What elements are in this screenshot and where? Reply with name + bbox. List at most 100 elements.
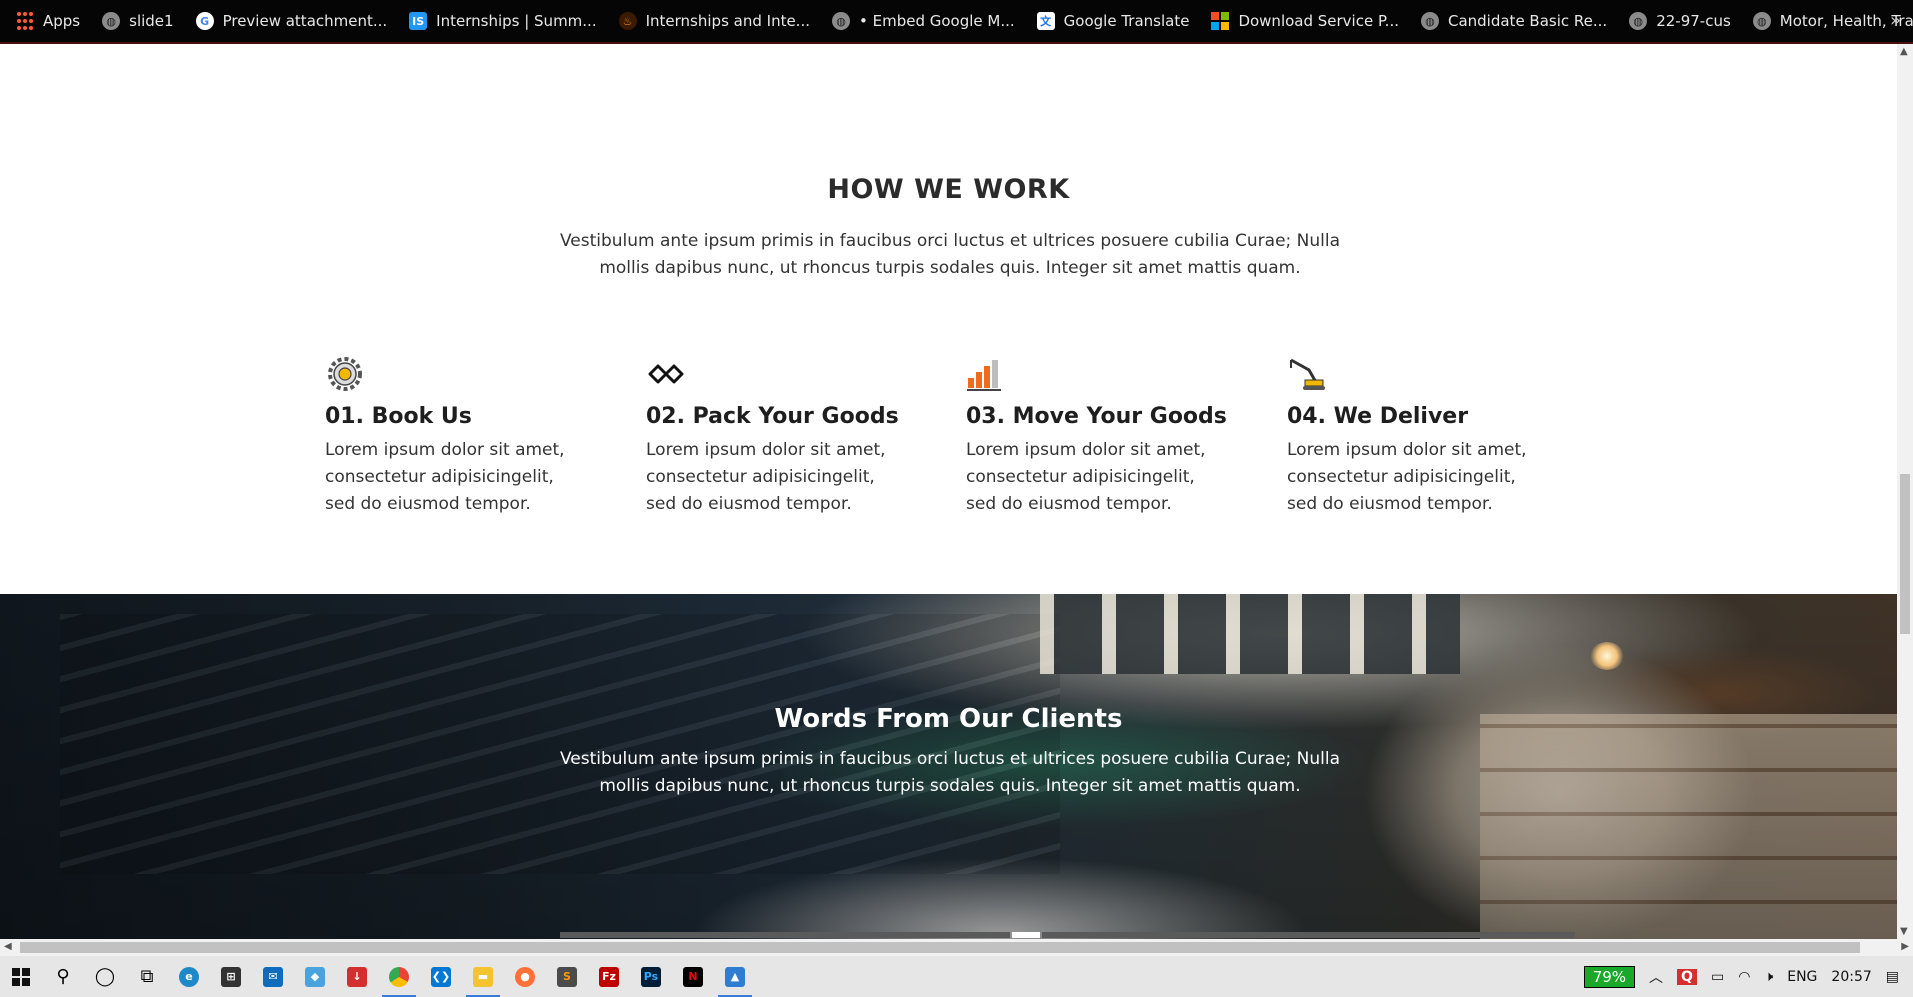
step-text: Lorem ipsum dolor sit amet, consectetur … (1287, 440, 1527, 514)
google-translate-icon: 文 (1036, 12, 1055, 30)
taskbar-mail[interactable]: ✉ (252, 956, 294, 997)
cortana-button[interactable]: ◯ (84, 956, 126, 997)
microsoft-icon (1211, 12, 1230, 30)
slider-active-indicator[interactable] (1012, 932, 1040, 938)
globe-icon: ◍ (102, 12, 121, 30)
taskbar-photoshop[interactable]: Ps (630, 956, 672, 997)
mail-icon: ✉ (263, 966, 283, 987)
netflix-icon: N (683, 966, 703, 987)
bookmark-slide1[interactable]: ◍ slide1 (102, 12, 174, 30)
bookmark-download-service[interactable]: Download Service P... (1211, 12, 1399, 30)
bookmark-motor-health[interactable]: ◍ Motor, Health, Trav... (1752, 12, 1913, 30)
photoshop-icon: Ps (641, 966, 661, 987)
taskbar-filezilla[interactable]: Fz (588, 956, 630, 997)
background-photo (60, 614, 1060, 874)
bookmark-label: Download Service P... (1238, 12, 1399, 30)
bookmark-label: Apps (43, 12, 81, 30)
notifications-icon[interactable]: ▤ (1886, 969, 1899, 985)
battery-percentage[interactable]: 79% (1583, 965, 1636, 988)
bookmark-label: Preview attachment... (222, 12, 388, 30)
taskbar-chrome[interactable] (378, 956, 420, 997)
wifi-icon[interactable]: ◠ (1738, 969, 1750, 985)
firefox-icon: ● (515, 966, 535, 987)
taskbar-firefox[interactable]: ● (504, 956, 546, 997)
globe-icon: ◍ (1752, 12, 1771, 30)
step-book-us: 01. Book Us Lorem ipsum dolor sit amet, … (325, 354, 625, 518)
windows-taskbar: ⚲ ◯ ⧉ e ⊞ ✉ ◆ ↓ ❮❯ ▬ ● S Fz Ps N ▲ 79% ︿… (0, 956, 1913, 997)
step-title: 01. Book Us (325, 404, 472, 429)
scroll-up-arrow-icon[interactable]: ▲ (1900, 46, 1908, 57)
bookmark-22-97-cus[interactable]: ◍ 22-97-cus (1629, 12, 1731, 30)
bookmark-label: Candidate Basic Re... (1447, 12, 1608, 30)
bookmark-internships-and-inte[interactable]: ♨ Internships and Inte... (618, 12, 810, 30)
taskbar-netflix[interactable]: N (672, 956, 714, 997)
chrome-icon (389, 966, 409, 987)
taskbar-file-explorer[interactable]: ▬ (462, 956, 504, 997)
volume-icon[interactable]: 🕨 (1764, 969, 1773, 985)
crane-icon (1290, 358, 1325, 390)
bookmark-label: 22-97-cus (1656, 12, 1731, 30)
taskbar-app[interactable]: ◆ (294, 956, 336, 997)
taskbar-sublime[interactable]: S (546, 956, 588, 997)
bookmark-google-translate[interactable]: 文 Google Translate (1036, 12, 1190, 30)
handshake-icon (648, 364, 684, 384)
horizontal-scrollbar[interactable]: ◀ ▶ (0, 939, 1913, 956)
step-text: Lorem ipsum dolor sit amet, consectetur … (966, 440, 1206, 514)
globe-icon: ◍ (1420, 12, 1439, 30)
step-title: 02. Pack Your Goods (646, 404, 899, 429)
taskbar-store[interactable]: ⊞ (210, 956, 252, 997)
vertical-scroll-thumb[interactable] (1900, 474, 1910, 634)
testimonial-slider-indicators[interactable] (560, 932, 1575, 938)
background-photo (1590, 642, 1624, 670)
flame-icon: ♨ (618, 12, 637, 30)
chevron-up-icon[interactable]: ︿ (1649, 967, 1663, 987)
filezilla-icon: Fz (599, 966, 619, 987)
google-icon: G (195, 12, 214, 30)
clock[interactable]: 20:57 (1831, 969, 1871, 985)
bookmark-label: Google Translate (1063, 12, 1190, 30)
bookmark-internships-summer[interactable]: IS Internships | Summ... (409, 12, 597, 30)
task-view-button[interactable]: ⧉ (126, 956, 168, 997)
search-button[interactable]: ⚲ (42, 956, 84, 997)
start-button[interactable] (0, 956, 42, 997)
testimonials-description: Vestibulum ante ipsum primis in faucibus… (559, 749, 1341, 796)
battery-icon[interactable]: ▭ (1711, 969, 1724, 985)
testimonials-title: Words From Our Clients (774, 704, 1123, 734)
taskbar-edge[interactable]: e (168, 956, 210, 997)
horizontal-scroll-thumb[interactable] (20, 942, 1860, 953)
sublime-icon: S (557, 966, 577, 987)
bookmark-label: • Embed Google M... (859, 12, 1015, 30)
taskbar-vscode[interactable]: ❮❯ (420, 956, 462, 997)
quick-heal-icon[interactable]: Q (1677, 968, 1697, 985)
internshala-icon: IS (409, 12, 428, 30)
bookmark-label: Internships | Summ... (436, 12, 597, 30)
step-title: 03. Move Your Goods (966, 404, 1227, 429)
scroll-right-arrow-icon[interactable]: ▶ (1901, 941, 1909, 952)
bookmark-candidate-basic[interactable]: ◍ Candidate Basic Re... (1420, 12, 1608, 30)
slider-track-left (560, 932, 1010, 938)
cortana-icon: ◯ (94, 966, 116, 987)
vertical-scrollbar[interactable]: ▲ ▼ (1897, 44, 1913, 939)
download-icon: ↓ (347, 966, 367, 987)
apps-grid-icon (16, 12, 34, 30)
taskbar-photos[interactable]: ▲ (714, 956, 756, 997)
scroll-left-arrow-icon[interactable]: ◀ (4, 941, 12, 952)
bookmark-embed-google-maps[interactable]: ◍ • Embed Google M... (832, 12, 1015, 30)
bookmark-preview-attachment[interactable]: G Preview attachment... (195, 12, 388, 30)
step-move-your-goods: 03. Move Your Goods Lorem ipsum dolor si… (966, 354, 1266, 518)
language-indicator[interactable]: ENG (1787, 969, 1817, 985)
background-photo (1480, 714, 1897, 939)
globe-icon: ◍ (832, 12, 850, 30)
edge-icon: e (179, 966, 199, 987)
taskbar-download[interactable]: ↓ (336, 956, 378, 997)
photos-icon: ▲ (725, 966, 745, 987)
scroll-down-arrow-icon[interactable]: ▼ (1900, 926, 1908, 937)
file-explorer-icon: ▬ (473, 966, 493, 987)
bookmarks-bar: Apps ◍ slide1 G Preview attachment... IS… (0, 0, 1913, 44)
step-text: Lorem ipsum dolor sit amet, consectetur … (325, 440, 565, 514)
bookmark-apps[interactable]: Apps (16, 12, 80, 30)
gear-icon (328, 357, 362, 391)
vscode-icon: ❮❯ (431, 966, 451, 987)
bookmarks-overflow-button[interactable]: » (1890, 10, 1901, 31)
bar-chart-icon (967, 360, 1001, 391)
